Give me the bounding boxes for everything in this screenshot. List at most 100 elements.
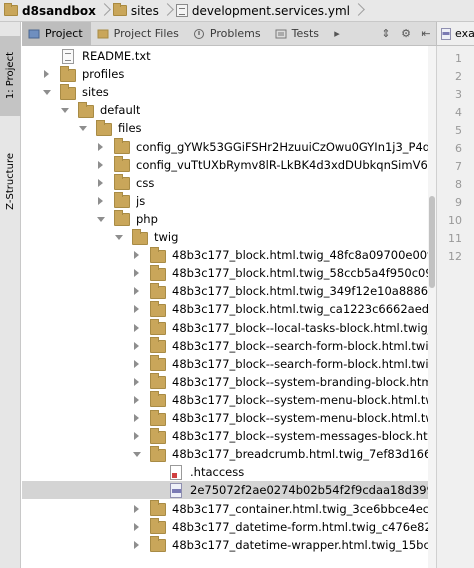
tool-window-project-tab[interactable]: 1: Project xyxy=(0,36,21,116)
tree-folder-row[interactable]: config_gYWk53GGiFSHr2HzuuiCzOwu0GYIn1j3_… xyxy=(22,138,436,156)
folder-icon xyxy=(60,65,76,82)
expand-arrow-open-icon[interactable] xyxy=(132,445,142,463)
line-number: 3 xyxy=(455,88,462,101)
tree-vertical-scrollbar[interactable] xyxy=(428,46,436,568)
php-file-icon xyxy=(441,27,451,40)
tree-folder-row[interactable]: 48b3c177_block--system-menu-block.html.t… xyxy=(22,391,436,409)
expand-arrow-closed-icon[interactable] xyxy=(96,156,106,174)
expand-arrow-closed-icon[interactable] xyxy=(132,282,142,300)
expand-arrow-closed-icon[interactable] xyxy=(132,246,142,264)
tree-folder-row[interactable]: 48b3c177_breadcrumb.html.twig_7ef83d1663… xyxy=(22,445,436,463)
tree-item-label: twig xyxy=(154,230,179,244)
expand-arrow-closed-icon[interactable] xyxy=(132,427,142,445)
expand-arrow-open-icon[interactable] xyxy=(60,101,70,119)
tab-problems[interactable]: Problems xyxy=(187,22,269,46)
expand-arrow-open-icon[interactable] xyxy=(114,228,124,246)
folder-icon xyxy=(150,409,166,426)
line-number: 4 xyxy=(455,106,462,119)
expand-arrow-closed-icon[interactable] xyxy=(132,500,142,518)
expand-arrow-closed-icon[interactable] xyxy=(132,391,142,409)
hide-panel-icon[interactable]: ⇤ xyxy=(416,22,436,46)
expand-arrow-closed-icon[interactable] xyxy=(132,409,142,427)
tree-folder-row[interactable]: config_vuTtUXbRymv8lR-LkBK4d3xdDUbkqnSim… xyxy=(22,156,436,174)
expand-arrow-open-icon[interactable] xyxy=(78,119,88,137)
tree-item-label: css xyxy=(136,175,155,190)
expand-arrow-closed-icon[interactable] xyxy=(132,319,142,337)
tree-folder-row[interactable]: 48b3c177_block--search-form-block.html.t… xyxy=(22,355,436,373)
line-number: 2 xyxy=(455,70,462,83)
tree-item-label: config_vuTtUXbRymv8lR-LkBK4d3xdDUbkqnSim… xyxy=(136,157,436,172)
breadcrumb-file[interactable]: development.services.yml xyxy=(172,0,353,22)
breadcrumb-folder[interactable]: sites xyxy=(109,0,162,22)
tree-folder-row[interactable]: 48b3c177_datetime-form.html.twig_c476e82… xyxy=(22,518,436,536)
htaccess-file-icon xyxy=(170,464,182,480)
expand-arrow-closed-icon[interactable] xyxy=(132,373,142,391)
expand-arrow-closed-icon[interactable] xyxy=(132,518,142,536)
tree-folder-row[interactable]: 48b3c177_block.html.twig_349f12e10a88862… xyxy=(22,282,436,300)
tree-item-label: sites xyxy=(82,85,109,100)
scrollbar-thumb[interactable] xyxy=(429,196,435,288)
tab-project-files[interactable]: Project Files xyxy=(91,22,187,46)
expand-arrow-closed-icon[interactable] xyxy=(132,355,142,373)
expand-arrow-closed-icon[interactable] xyxy=(96,192,106,210)
expand-arrow-closed-icon[interactable] xyxy=(96,174,106,192)
folder-icon xyxy=(150,319,166,335)
more-tabs-arrow-icon[interactable]: ▸ xyxy=(327,22,347,46)
expand-arrow-closed-icon[interactable] xyxy=(132,536,142,554)
tree-folder-row[interactable]: profiles xyxy=(22,65,436,83)
tree-folder-row[interactable]: 48b3c177_block--system-branding-block.ht… xyxy=(22,373,436,391)
expand-arrow-closed-icon[interactable] xyxy=(132,264,142,282)
sync-icon[interactable]: ⇕ xyxy=(376,22,396,46)
expand-arrow-open-icon[interactable] xyxy=(42,83,52,101)
breadcrumb-separator xyxy=(353,0,363,22)
tree-folder-row[interactable]: 48b3c177_block--search-form-block.html.t… xyxy=(22,337,436,355)
expand-arrow-closed-icon[interactable] xyxy=(132,337,142,355)
left-tool-strip: 1: Project Z-Structure xyxy=(0,22,21,568)
tree-folder-row[interactable]: css xyxy=(22,174,436,192)
settings-gear-icon[interactable]: ⚙ xyxy=(396,22,416,46)
editor-tab[interactable]: exa xyxy=(436,22,474,46)
line-number: 7 xyxy=(455,160,462,173)
line-number: 12 xyxy=(448,250,462,263)
tree-folder-row[interactable]: 48b3c177_block.html.twig_ca1223c6662aed0… xyxy=(22,300,436,318)
expand-arrow-closed-icon[interactable] xyxy=(42,65,52,83)
tree-item-label: 48b3c177_block--search-form-block.html.t… xyxy=(172,338,436,353)
expand-arrow-closed-icon[interactable] xyxy=(132,300,142,318)
folder-icon xyxy=(150,518,166,535)
structure-tab-label: Z-Structure xyxy=(5,152,16,210)
tree-folder-row[interactable]: sites xyxy=(22,83,436,101)
tree-folder-row[interactable]: 48b3c177_datetime-wrapper.html.twig_15bc… xyxy=(22,536,436,554)
tree-folder-row[interactable]: php xyxy=(22,210,436,228)
tree-folder-row[interactable]: 48b3c177_block.html.twig_48fc8a09700e00f… xyxy=(22,246,436,264)
tree-folder-row[interactable]: 48b3c177_block--system-menu-block.html.t… xyxy=(22,409,436,427)
tree-folder-row[interactable]: js xyxy=(22,192,436,210)
tree-item-label: 48b3c177_container.html.twig_3ce6bbce4ec… xyxy=(172,501,436,516)
tree-item-label: 2e75072f2ae0274b02b54f2f9cdaa18d3995b59d… xyxy=(190,483,436,498)
project-files-icon xyxy=(97,29,109,38)
folder-icon xyxy=(60,83,76,100)
expand-arrow-closed-icon[interactable] xyxy=(96,138,106,156)
tree-folder-row[interactable]: 48b3c177_block--system-messages-block.ht… xyxy=(22,427,436,445)
tree-file-row[interactable]: README.txt xyxy=(22,47,436,65)
folder-icon xyxy=(150,337,166,354)
tree-folder-row[interactable]: 48b3c177_container.html.twig_3ce6bbce4ec… xyxy=(22,500,436,518)
tree-folder-row[interactable]: 48b3c177_block.html.twig_58ccb5a4f950c09… xyxy=(22,264,436,282)
tool-window-structure-tab[interactable]: Z-Structure xyxy=(0,140,21,222)
project-toolbar: Project Project Files Problems Tests ▸ ⇕… xyxy=(22,21,436,46)
tree-folder-row[interactable]: default xyxy=(22,101,436,119)
line-number: 11 xyxy=(448,232,462,245)
breadcrumb-project-label: d8sandbox xyxy=(22,3,96,18)
tree-folder-row[interactable]: files xyxy=(22,119,436,137)
navigation-breadcrumb: d8sandbox sites development.services.yml xyxy=(0,0,474,22)
tree-item-label: 48b3c177_datetime-form.html.twig_c476e82… xyxy=(172,519,436,534)
tree-folder-row[interactable]: twig xyxy=(22,228,436,246)
tab-tests[interactable]: Tests xyxy=(269,22,327,46)
tree-folder-row[interactable]: 48b3c177_block--local-tasks-block.html.t… xyxy=(22,319,436,337)
tree-item-label: 48b3c177_block--local-tasks-block.html.t… xyxy=(172,320,436,335)
tab-project[interactable]: Project xyxy=(22,21,91,46)
expand-arrow-open-icon[interactable] xyxy=(96,210,106,228)
tree-file-row[interactable]: .htaccess xyxy=(22,463,436,481)
folder-icon xyxy=(96,119,112,136)
tree-file-row[interactable]: 2e75072f2ae0274b02b54f2f9cdaa18d3995b59d… xyxy=(22,481,436,500)
breadcrumb-project[interactable]: d8sandbox xyxy=(0,0,99,22)
